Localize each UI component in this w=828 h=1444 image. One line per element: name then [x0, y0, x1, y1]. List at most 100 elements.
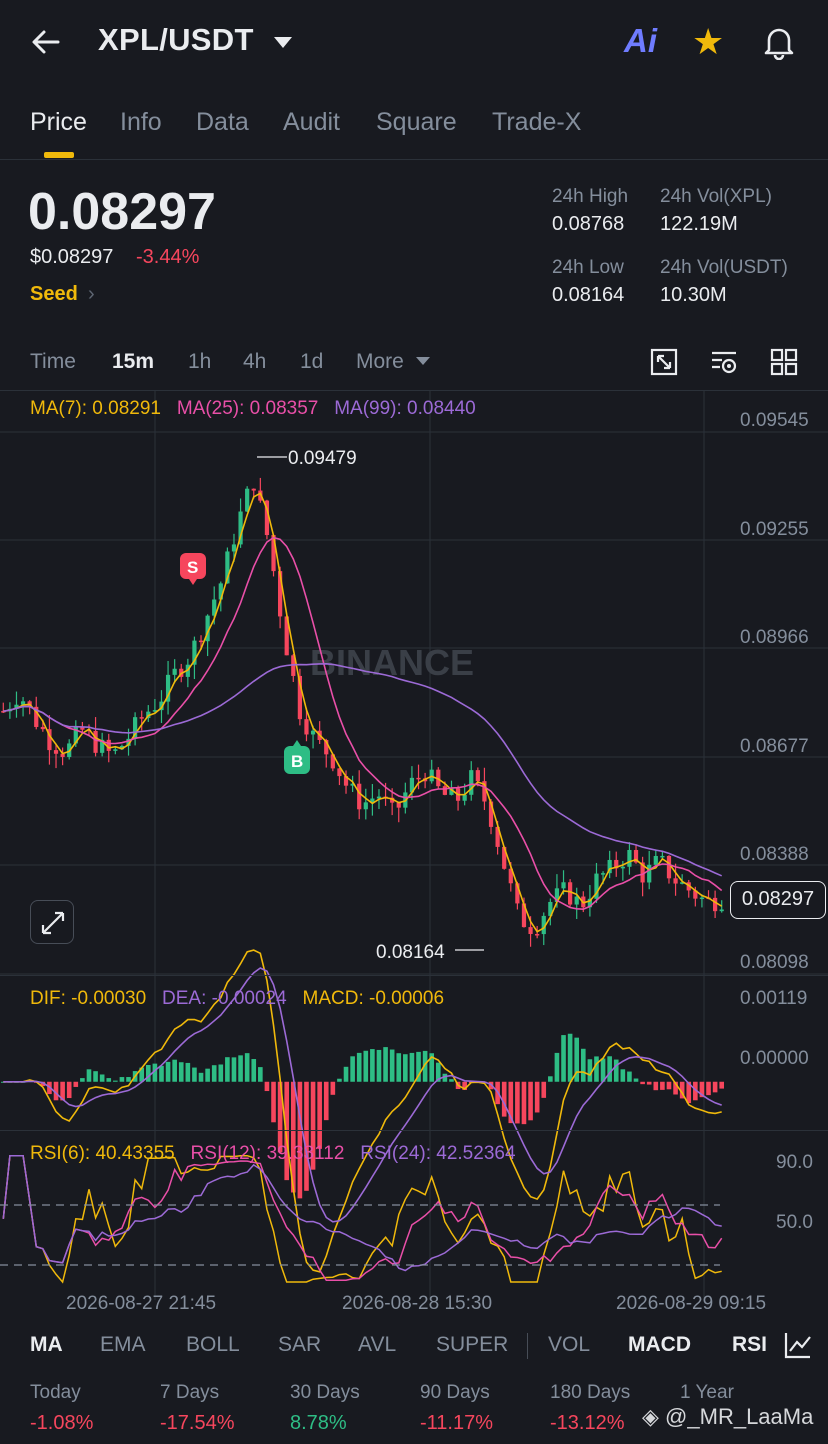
interval-more[interactable]: More: [356, 350, 404, 374]
interval-1d[interactable]: 1d: [300, 350, 323, 374]
candle-body: [245, 488, 250, 512]
macd-histogram-bar: [231, 1057, 237, 1082]
macd-histogram-bar: [165, 1061, 171, 1082]
ma-legend: MA(7): 0.08291 MA(25): 0.08357 MA(99): 0…: [30, 398, 476, 420]
candle-body: [535, 933, 540, 936]
indicator-avl[interactable]: AVL: [358, 1333, 396, 1357]
time-axis-label: 2026-08-28 15:30: [342, 1293, 493, 1314]
ma99-line: [3, 662, 723, 877]
more-dropdown-icon[interactable]: [416, 357, 430, 365]
candle-body: [699, 897, 705, 900]
interval-1h[interactable]: 1h: [188, 350, 211, 374]
macd-histogram-bar: [172, 1059, 177, 1082]
tab-square[interactable]: Square: [376, 108, 457, 137]
macd-histogram-bar: [706, 1081, 711, 1096]
candle-body: [416, 777, 421, 780]
indicator-super[interactable]: SUPER: [436, 1333, 508, 1357]
candle-body: [251, 488, 256, 491]
macd-histogram-bar: [449, 1079, 454, 1082]
seed-tag[interactable]: Seed: [30, 283, 78, 306]
pair-title[interactable]: XPL/USDT: [98, 22, 254, 58]
candle-body: [660, 855, 665, 858]
sell-signal[interactable]: S: [180, 553, 206, 585]
macd-histogram-bar: [198, 1072, 204, 1082]
price-axis-label: 0.09255: [740, 519, 809, 540]
candle-body: [620, 866, 625, 869]
price-axis-label: 0.08388: [740, 844, 809, 865]
divider: [0, 1130, 828, 1131]
chevron-right-icon[interactable]: ›: [88, 283, 95, 306]
macd-histogram-bar: [396, 1053, 402, 1082]
macd-histogram-bar: [719, 1081, 725, 1089]
tab-audit[interactable]: Audit: [283, 108, 340, 137]
rsi-axis-label: 90.0: [776, 1152, 813, 1173]
indicator-ema[interactable]: EMA: [100, 1333, 146, 1357]
rsi12-legend: RSI(12): 39.33112: [190, 1143, 345, 1164]
macd-histogram-bar: [356, 1052, 362, 1082]
tab-data[interactable]: Data: [196, 108, 249, 137]
macd-histogram-bar: [66, 1081, 72, 1099]
macd-histogram-bar: [350, 1056, 355, 1082]
macd-histogram-bar: [666, 1081, 672, 1090]
macd-histogram-bar: [343, 1066, 349, 1082]
macd-histogram-bar: [80, 1078, 85, 1082]
candle-body: [561, 882, 566, 889]
macd-histogram-bar: [113, 1080, 118, 1082]
macd-histogram-bar: [251, 1059, 257, 1082]
indicator-boll[interactable]: BOLL: [186, 1333, 240, 1357]
macd-histogram-bar: [620, 1069, 626, 1082]
indicator-macd[interactable]: MACD: [628, 1333, 691, 1357]
macd-histogram-bar: [633, 1078, 639, 1082]
price-chart[interactable]: BINANCE 0.09479 0.08164 S B: [0, 390, 828, 1330]
indicator-vol[interactable]: VOL: [548, 1333, 590, 1357]
macd-value-legend: MACD: -0.00006: [302, 988, 445, 1009]
indicator-bar: MA EMA BOLL SAR AVL SUPER VOL MACD RSI: [0, 1325, 828, 1369]
ai-icon[interactable]: Ai: [624, 22, 657, 60]
back-arrow-icon[interactable]: [30, 26, 66, 58]
dif-legend: DIF: -0.00030: [30, 988, 147, 1009]
bell-icon[interactable]: [762, 24, 796, 61]
perf-label-today: Today: [30, 1382, 81, 1403]
drawing-tool-icon[interactable]: [784, 1331, 812, 1359]
indicator-ma[interactable]: MA: [30, 1333, 63, 1357]
candle-body: [198, 640, 204, 643]
macd-histogram-bar: [561, 1035, 566, 1082]
buy-signal[interactable]: B: [284, 740, 310, 774]
macd-histogram-bar: [580, 1048, 586, 1082]
macd-histogram-bar: [145, 1065, 151, 1082]
chart-settings-icon[interactable]: [710, 348, 738, 376]
macd-histogram-bar: [192, 1067, 197, 1082]
candle-body: [172, 668, 177, 675]
macd-histogram-bar: [205, 1068, 210, 1082]
candle-body: [310, 730, 316, 735]
interval-time[interactable]: Time: [30, 350, 76, 374]
tab-trade-x[interactable]: Trade-X: [492, 108, 581, 137]
indicator-rsi[interactable]: RSI: [732, 1333, 767, 1357]
macd-histogram-bar: [264, 1081, 270, 1092]
macd-histogram-bar: [106, 1078, 112, 1082]
ma7-legend: MA(7): 0.08291: [30, 398, 161, 419]
usd-price: $0.08297: [30, 246, 114, 268]
macd-histogram-bar: [409, 1052, 415, 1082]
macd-axis-label: 0.00000: [740, 1048, 809, 1069]
tab-info[interactable]: Info: [120, 108, 162, 137]
star-icon[interactable]: ★: [692, 22, 724, 62]
indicator-divider: [527, 1333, 528, 1359]
macd-histogram-bar: [613, 1059, 619, 1082]
candle-body: [568, 882, 573, 905]
high-label: 24h High: [552, 186, 629, 207]
macd-histogram-bar: [119, 1077, 125, 1082]
rsi6-line: [2, 1154, 722, 1284]
interval-15m[interactable]: 15m: [112, 350, 154, 374]
interval-4h[interactable]: 4h: [243, 350, 266, 374]
candle-body: [363, 802, 368, 810]
layout-grid-icon[interactable]: [770, 348, 798, 376]
macd-histogram-bar: [86, 1069, 92, 1082]
pair-dropdown-icon[interactable]: [274, 37, 292, 48]
perf-value-30d: 8.78%: [290, 1412, 347, 1434]
expand-icon[interactable]: [30, 900, 74, 944]
tab-price[interactable]: Price: [30, 108, 87, 137]
fullscreen-icon[interactable]: [650, 348, 678, 376]
candle-body: [469, 770, 474, 795]
indicator-sar[interactable]: SAR: [278, 1333, 321, 1357]
